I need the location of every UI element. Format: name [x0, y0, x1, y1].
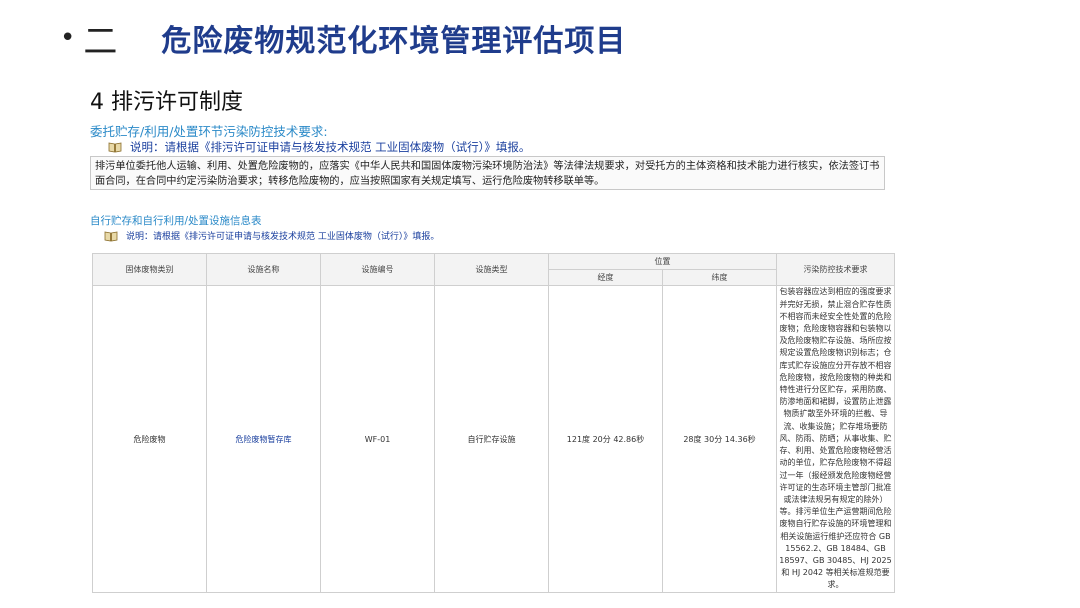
- cell-facility-name[interactable]: 危险废物暂存库: [206, 285, 321, 593]
- header-category: 固体废物类别: [92, 253, 207, 286]
- slide-header: • 二 危险废物规范化环境管理评估项目: [60, 14, 626, 62]
- header-latitude: 纬度: [662, 269, 777, 286]
- header-tech-requirements: 污染防控技术要求: [776, 253, 895, 286]
- header-location: 位置: [548, 253, 777, 270]
- table-header-row: 固体废物类别 设施名称 设施编号 设施类型 位置 污染防控技术要求: [92, 253, 895, 286]
- section1-note: 说明：请根据《排污许可证申请与核发技术规范 工业固体废物（试行）》填报。: [108, 139, 530, 155]
- facility-table: 固体废物类别 设施名称 设施编号 设施类型 位置 污染防控技术要求 经度 纬度 …: [92, 253, 895, 593]
- cell-longitude: 121度 20分 42.86秒: [548, 285, 663, 593]
- cell-facility-code: WF-01: [320, 285, 435, 593]
- table-row: 危险废物 危险废物暂存库 WF-01 自行贮存设施 121度 20分 42.86…: [92, 285, 895, 593]
- section2-heading: 自行贮存和自行利用/处置设施信息表: [90, 215, 262, 227]
- section2-note-text: 说明：请根据《排污许可证申请与核发技术规范 工业固体废物（试行）》填报。: [126, 232, 440, 242]
- header-longitude: 经度: [548, 269, 663, 286]
- section1-note-text: 说明：请根据《排污许可证申请与核发技术规范 工业固体废物（试行）》填报。: [130, 140, 531, 154]
- section1-heading: 委托贮存/利用/处置环节污染防控技术要求:: [90, 124, 328, 139]
- cell-facility-type: 自行贮存设施: [434, 285, 549, 593]
- slide-title: 危险废物规范化环境管理评估项目: [161, 24, 627, 59]
- book-icon: [104, 230, 118, 242]
- cell-tech-requirements: 包装容器应达到相应的强度要求并完好无损，禁止混合贮存性质不相容而未经安全性处置的…: [776, 285, 895, 593]
- slide-subtitle: 4 排污许可制度: [90, 90, 243, 115]
- bullet: •: [60, 23, 76, 53]
- header-facility-code: 设施编号: [320, 253, 435, 286]
- section-number: 二: [83, 21, 120, 62]
- section2-note: 说明：请根据《排污许可证申请与核发技术规范 工业固体废物（试行）》填报。: [104, 229, 439, 242]
- cell-category: 危险废物: [92, 285, 207, 593]
- facility-name-link[interactable]: 危险废物暂存库: [236, 435, 292, 444]
- header-facility-type: 设施类型: [434, 253, 549, 286]
- cell-latitude: 28度 30分 14.36秒: [662, 285, 777, 593]
- book-icon: [108, 141, 122, 153]
- header-facility-name: 设施名称: [206, 253, 321, 286]
- section1-description: 排污单位委托他人运输、利用、处置危险废物的，应落实《中华人民共和国固体废物污染环…: [90, 156, 885, 190]
